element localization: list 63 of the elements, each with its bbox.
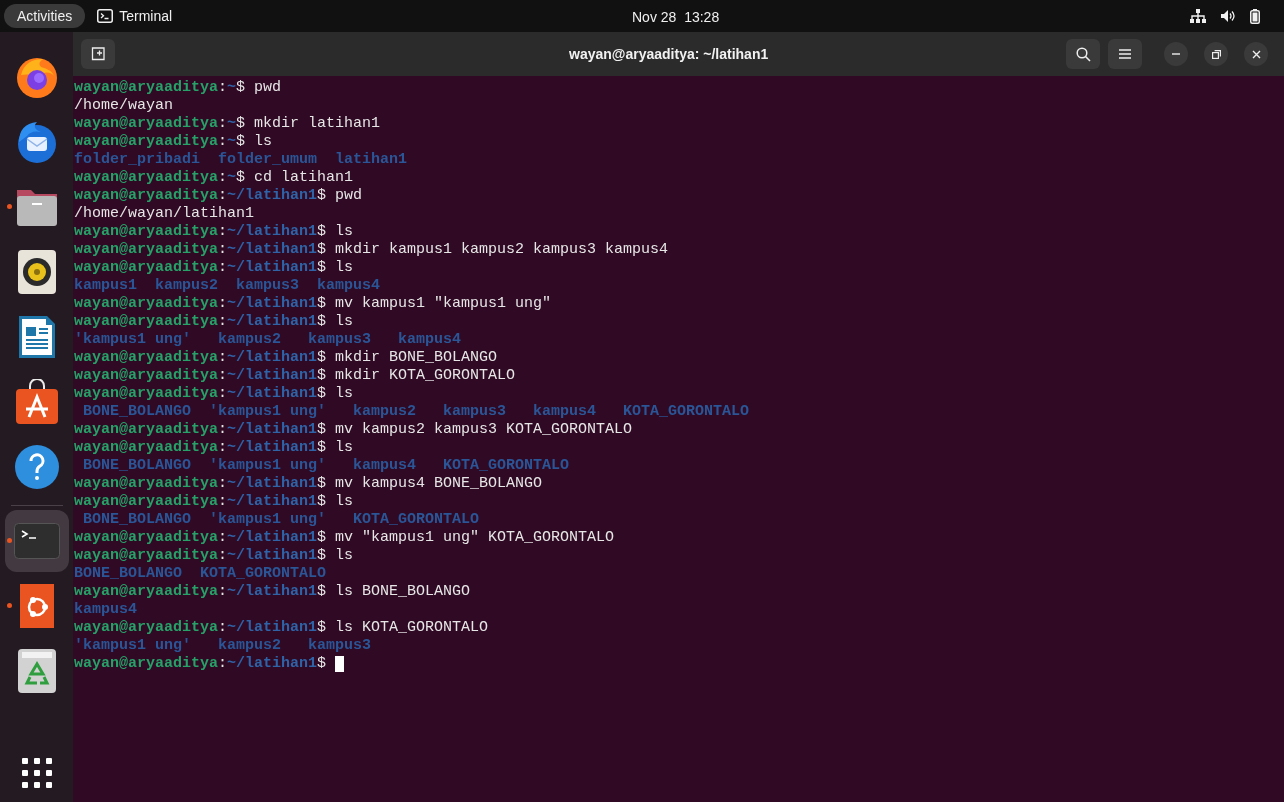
prompt-line: wayan@aryaaditya:~$ ls bbox=[74, 133, 273, 151]
prompt-line: wayan@aryaaditya:~/latihan1$ mv kampus2 kampus3 KOTA_GORONTALO bbox=[74, 421, 633, 439]
directory-listing: BONE_BOLANGO 'kampus1 ung' kampus2 kampus3 kampus4 KOTA_GORONTALO bbox=[82, 403, 750, 421]
fox-globe-icon[interactable] bbox=[14, 55, 59, 99]
directory-listing: BONE_BOLANGO KOTA_GORONTALO bbox=[74, 565, 327, 583]
directory-listing: 'kampus1 ung' kampus2 kampus3 bbox=[74, 637, 372, 655]
prompt-line: wayan@aryaaditya:~/latihan1$ ls bbox=[74, 385, 354, 403]
directory-listing: kampus4 bbox=[74, 601, 137, 619]
speaker-icon[interactable] bbox=[17, 250, 56, 294]
document-icon[interactable] bbox=[17, 315, 56, 359]
close-icon bbox=[1251, 49, 1261, 59]
app-grid-icon[interactable] bbox=[21, 758, 52, 788]
directory-listing: 'kampus1 ung' kampus2 kampus3 kampus4 bbox=[74, 331, 462, 349]
minimize-button[interactable] bbox=[1164, 42, 1188, 66]
battery-icon[interactable] bbox=[1250, 8, 1260, 24]
prompt-line: wayan@aryaaditya:~/latihan1$ bbox=[74, 655, 328, 673]
shopping-bag-icon[interactable] bbox=[14, 379, 59, 425]
new-tab-icon bbox=[91, 47, 105, 61]
window-title: wayan@aryaaditya: ~/latihan1 bbox=[569, 45, 769, 64]
directory-listing: BONE_BOLANGO 'kampus1 ung' kampus4 KOTA_GORONTALO bbox=[82, 457, 570, 475]
prompt-line: wayan@aryaaditya:~/latihan1$ mv "kampus1 ung" KOTA_GORONTALO bbox=[74, 529, 615, 547]
prompt-line: wayan@aryaaditya:~/latihan1$ mv kampus4 BONE_BOLANGO bbox=[74, 475, 543, 493]
prompt-line: wayan@aryaaditya:~/latihan1$ ls bbox=[74, 547, 354, 565]
activities-button[interactable]: Activities bbox=[4, 4, 86, 28]
search-button[interactable] bbox=[1066, 39, 1100, 69]
menu-icon bbox=[1119, 49, 1131, 59]
prompt-line: wayan@aryaaditya:~$ pwd bbox=[74, 79, 282, 97]
output-line: /home/wayan bbox=[74, 97, 174, 115]
prompt-line: wayan@aryaaditya:~/latihan1$ ls KOTA_GORONTALO bbox=[74, 619, 489, 637]
menu-button[interactable] bbox=[1108, 39, 1142, 69]
prompt-line: wayan@aryaaditya:~/latihan1$ ls BONE_BOLANGO bbox=[74, 583, 471, 601]
restore-icon bbox=[1211, 49, 1221, 59]
circle-of-friends-icon[interactable] bbox=[19, 584, 54, 628]
prompt-line: wayan@aryaaditya:~/latihan1$ ls bbox=[74, 493, 354, 511]
output-line: /home/wayan/latihan1 bbox=[74, 205, 255, 223]
help-icon[interactable] bbox=[14, 445, 59, 489]
app-menu-label[interactable]: Terminal bbox=[119, 5, 173, 27]
minimize-icon bbox=[1172, 53, 1180, 55]
prompt-line: wayan@aryaaditya:~/latihan1$ ls bbox=[74, 259, 354, 277]
prompt-line: wayan@aryaaditya:~/latihan1$ mkdir kampus1 kampus2 kampus3 kampus4 bbox=[74, 241, 669, 259]
prompt-line: wayan@aryaaditya:~$ cd latihan1 bbox=[74, 169, 354, 187]
prompt-line: wayan@aryaaditya:~/latihan1$ ls bbox=[74, 313, 354, 331]
clock[interactable]: Nov 28 13:28 bbox=[632, 7, 720, 28]
terminal-icon[interactable] bbox=[13, 523, 60, 559]
trash-icon[interactable] bbox=[17, 649, 56, 693]
terminal-icon bbox=[97, 9, 114, 23]
new-tab-button[interactable] bbox=[81, 39, 115, 69]
prompt-line: wayan@aryaaditya:~$ mkdir latihan1 bbox=[74, 115, 381, 133]
directory-listing: BONE_BOLANGO 'kampus1 ung' KOTA_GORONTALO bbox=[82, 511, 480, 529]
directory-listing: kampus1 kampus2 kampus3 kampus4 bbox=[74, 277, 381, 295]
prompt-line: wayan@aryaaditya:~/latihan1$ ls bbox=[74, 439, 354, 457]
maximize-button[interactable] bbox=[1204, 42, 1228, 66]
folder-icon[interactable] bbox=[14, 187, 59, 227]
close-button[interactable] bbox=[1244, 42, 1268, 66]
volume-icon[interactable] bbox=[1220, 9, 1236, 23]
directory-listing: folder_pribadi folder_umum latihan1 bbox=[74, 151, 408, 169]
prompt-line: wayan@aryaaditya:~/latihan1$ mv kampus1 "kampus1 ung" bbox=[74, 295, 552, 313]
prompt-line: wayan@aryaaditya:~/latihan1$ mkdir KOTA_GORONTALO bbox=[74, 367, 516, 385]
prompt-line: wayan@aryaaditya:~/latihan1$ mkdir BONE_BOLANGO bbox=[74, 349, 498, 367]
network-icon[interactable] bbox=[1190, 9, 1206, 23]
prompt-line: wayan@aryaaditya:~/latihan1$ pwd bbox=[74, 187, 363, 205]
search-icon bbox=[1075, 46, 1091, 62]
prompt-line: wayan@aryaaditya:~/latihan1$ ls bbox=[74, 223, 354, 241]
